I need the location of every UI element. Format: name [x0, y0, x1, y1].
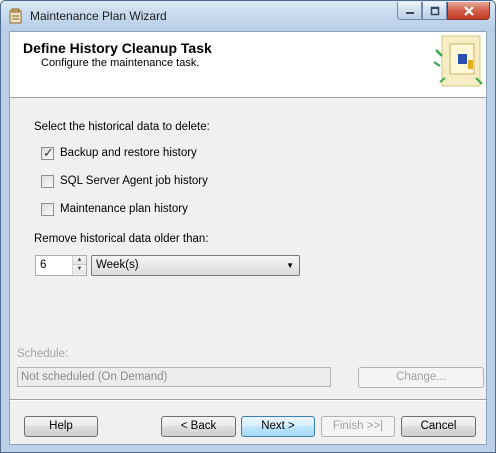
caption-buttons — [397, 2, 490, 20]
section-label: Select the historical data to delete: — [34, 121, 210, 133]
maximize-button[interactable] — [422, 2, 447, 20]
page-title: Define History Cleanup Task — [23, 40, 212, 56]
agent-job-history-checkbox[interactable] — [41, 175, 54, 188]
wizard-app-icon — [9, 8, 22, 24]
help-button[interactable]: Help — [24, 416, 98, 437]
spin-up-icon[interactable]: ▲ — [73, 256, 86, 265]
schedule-value: Not scheduled (On Demand) — [21, 371, 168, 383]
wizard-client-area: Define History Cleanup Task Configure th… — [9, 31, 487, 445]
back-button[interactable]: < Back — [161, 416, 236, 437]
page-subtitle: Configure the maintenance task. — [41, 57, 200, 69]
schedule-field: Not scheduled (On Demand) — [17, 367, 331, 387]
title-bar[interactable]: Maintenance Plan Wizard — [1, 1, 495, 31]
footer-separator — [10, 399, 486, 401]
agent-job-history-label[interactable]: SQL Server Agent job history — [60, 175, 208, 187]
next-button[interactable]: Next > — [241, 416, 315, 437]
wizard-banner-icon — [433, 35, 483, 87]
older-than-label: Remove historical data older than: — [34, 233, 209, 245]
maximize-icon — [430, 6, 439, 15]
backup-restore-checkbox[interactable]: ✓ — [41, 145, 54, 160]
check-icon: ✓ — [43, 145, 54, 160]
window-title: Maintenance Plan Wizard — [30, 9, 167, 23]
wizard-header: Define History Cleanup Task Configure th… — [10, 32, 486, 98]
age-spinner[interactable]: 6 ▲ ▼ — [35, 255, 87, 276]
finish-button[interactable]: Finish >>| — [321, 416, 395, 437]
backup-restore-label[interactable]: Backup and restore history — [60, 147, 197, 159]
age-unit-value: Week(s) — [96, 259, 139, 271]
age-value[interactable]: 6 — [40, 259, 46, 271]
wizard-window: Maintenance Plan Wizard Define History C… — [0, 0, 496, 453]
maintenance-plan-history-label[interactable]: Maintenance plan history — [60, 203, 188, 215]
spinner-buttons: ▲ ▼ — [72, 256, 86, 275]
dropdown-arrow-icon: ▼ — [286, 261, 294, 270]
close-button[interactable] — [447, 2, 490, 20]
spin-down-icon[interactable]: ▼ — [73, 265, 86, 274]
age-unit-dropdown[interactable]: Week(s) ▼ — [91, 255, 300, 276]
schedule-label: Schedule: — [17, 348, 69, 360]
maintenance-plan-history-checkbox[interactable] — [41, 203, 54, 216]
minimize-button[interactable] — [397, 2, 422, 20]
minimize-icon — [405, 11, 414, 14]
change-schedule-button[interactable]: Change... — [358, 367, 484, 388]
cancel-button[interactable]: Cancel — [401, 416, 476, 437]
close-icon — [463, 5, 474, 16]
